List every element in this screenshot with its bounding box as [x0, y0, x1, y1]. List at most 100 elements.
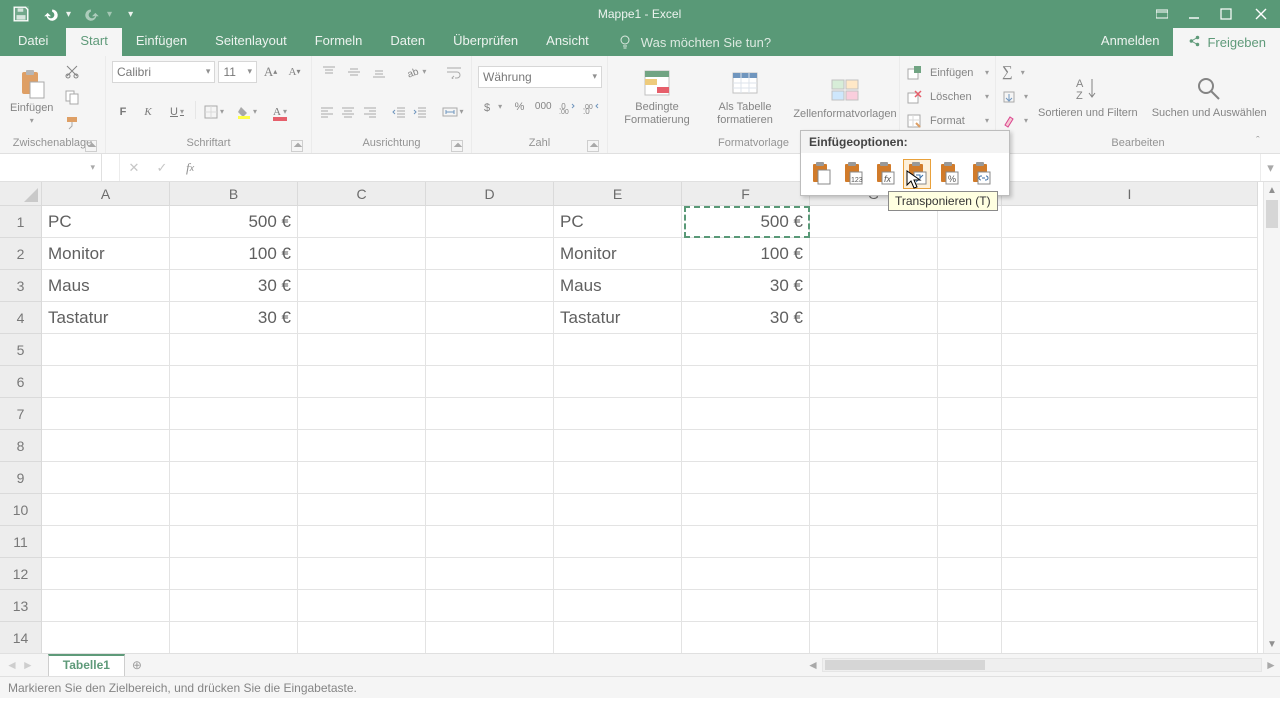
col-header[interactable]: I — [1002, 182, 1258, 206]
row-header[interactable]: 1 — [0, 206, 42, 238]
cell[interactable] — [810, 494, 938, 526]
cell[interactable]: Monitor — [554, 238, 682, 270]
align-right-button[interactable] — [360, 101, 378, 123]
cell[interactable] — [938, 270, 1002, 302]
cell[interactable] — [42, 430, 170, 462]
cell[interactable] — [938, 590, 1002, 622]
tab-formulas[interactable]: Formeln — [301, 28, 377, 56]
ribbon-mode-icon[interactable] — [1146, 0, 1178, 28]
cell[interactable] — [170, 366, 298, 398]
select-all-corner[interactable] — [0, 182, 42, 206]
borders-button[interactable] — [199, 101, 229, 123]
cell[interactable] — [682, 622, 810, 653]
tab-data[interactable]: Daten — [376, 28, 439, 56]
cell[interactable] — [426, 622, 554, 653]
tab-view[interactable]: Ansicht — [532, 28, 603, 56]
formula-bar-input[interactable] — [204, 154, 1260, 181]
col-header[interactable]: F — [682, 182, 810, 206]
cell[interactable] — [426, 270, 554, 302]
save-icon[interactable] — [12, 5, 30, 23]
cell[interactable] — [42, 558, 170, 590]
autosum-button[interactable]: ∑▾ — [1002, 62, 1028, 84]
row-header[interactable]: 13 — [0, 590, 42, 622]
cell[interactable]: Tastatur — [42, 302, 170, 334]
accounting-format-button[interactable]: $ — [478, 96, 506, 118]
cell[interactable] — [170, 462, 298, 494]
cell[interactable] — [554, 366, 682, 398]
percent-format-button[interactable]: % — [509, 96, 530, 118]
copy-button[interactable] — [61, 86, 83, 108]
cell[interactable] — [810, 238, 938, 270]
row-header[interactable]: 7 — [0, 398, 42, 430]
cell[interactable] — [554, 462, 682, 494]
cell[interactable] — [170, 558, 298, 590]
cell[interactable] — [426, 366, 554, 398]
cell[interactable] — [426, 526, 554, 558]
cell[interactable] — [682, 430, 810, 462]
italic-button[interactable]: K — [137, 101, 159, 123]
cell[interactable] — [170, 526, 298, 558]
cell[interactable] — [810, 270, 938, 302]
cell[interactable] — [554, 590, 682, 622]
horizontal-scrollbar[interactable] — [822, 658, 1262, 672]
cancel-formula-button[interactable]: ✕ — [120, 154, 148, 181]
cell[interactable] — [170, 622, 298, 653]
cell[interactable] — [426, 558, 554, 590]
cell[interactable] — [298, 590, 426, 622]
cell[interactable] — [554, 398, 682, 430]
cell[interactable] — [810, 558, 938, 590]
cell[interactable] — [1002, 494, 1258, 526]
col-header[interactable]: A — [42, 182, 170, 206]
cell[interactable] — [554, 558, 682, 590]
clear-button[interactable]: ▾ — [1002, 110, 1028, 132]
comma-format-button[interactable]: 000 — [533, 96, 554, 118]
paste-option-link[interactable] — [967, 159, 995, 189]
enter-formula-button[interactable]: ✓ — [148, 154, 176, 181]
cell[interactable]: Maus — [42, 270, 170, 302]
paste-option-formulas[interactable]: fx — [871, 159, 899, 189]
share-button[interactable]: Freigeben — [1173, 28, 1280, 56]
conditional-formatting-button[interactable]: Bedingte Formatierung — [614, 63, 700, 129]
align-bottom-button[interactable] — [368, 61, 390, 83]
minimize-button[interactable] — [1178, 0, 1210, 28]
column-headers[interactable]: A B C D E F G H I — [0, 182, 1280, 206]
cell[interactable] — [938, 622, 1002, 653]
row-header[interactable]: 14 — [0, 622, 42, 653]
cell[interactable]: 30 € — [682, 302, 810, 334]
row-header[interactable]: 4 — [0, 302, 42, 334]
cell[interactable] — [42, 334, 170, 366]
cells-insert-button[interactable]: Einfügen▾ — [906, 62, 989, 84]
cell[interactable] — [1002, 398, 1258, 430]
cell[interactable] — [938, 398, 1002, 430]
row-header[interactable]: 3 — [0, 270, 42, 302]
cell[interactable]: 30 € — [170, 302, 298, 334]
merge-center-button[interactable] — [440, 101, 465, 123]
paste-option-values[interactable]: 123 — [839, 159, 867, 189]
cell[interactable] — [938, 462, 1002, 494]
cell[interactable] — [170, 430, 298, 462]
cell[interactable] — [42, 526, 170, 558]
cell[interactable] — [42, 462, 170, 494]
cell[interactable] — [298, 526, 426, 558]
orientation-button[interactable]: ab — [401, 61, 431, 83]
cell[interactable] — [298, 302, 426, 334]
cell[interactable]: 100 € — [682, 238, 810, 270]
close-button[interactable] — [1242, 0, 1280, 28]
row-header[interactable]: 10 — [0, 494, 42, 526]
collapse-ribbon-button[interactable]: ˆ — [1256, 135, 1274, 149]
cell[interactable] — [42, 494, 170, 526]
cell[interactable] — [426, 494, 554, 526]
tell-me-search[interactable]: Was möchten Sie tun? — [611, 28, 777, 56]
cell[interactable] — [938, 238, 1002, 270]
cell[interactable] — [682, 462, 810, 494]
font-name-selector[interactable]: Calibri▾ — [112, 61, 215, 83]
redo-icon[interactable] — [83, 5, 101, 23]
clipboard-dialog-launcher[interactable] — [85, 140, 97, 152]
font-color-button[interactable]: A — [265, 101, 295, 123]
underline-button[interactable]: U — [162, 101, 192, 123]
cell[interactable]: 500 € — [170, 206, 298, 238]
cell[interactable] — [42, 622, 170, 653]
cell[interactable] — [938, 526, 1002, 558]
name-box[interactable]: ▾ — [0, 154, 102, 181]
cell[interactable] — [1002, 366, 1258, 398]
